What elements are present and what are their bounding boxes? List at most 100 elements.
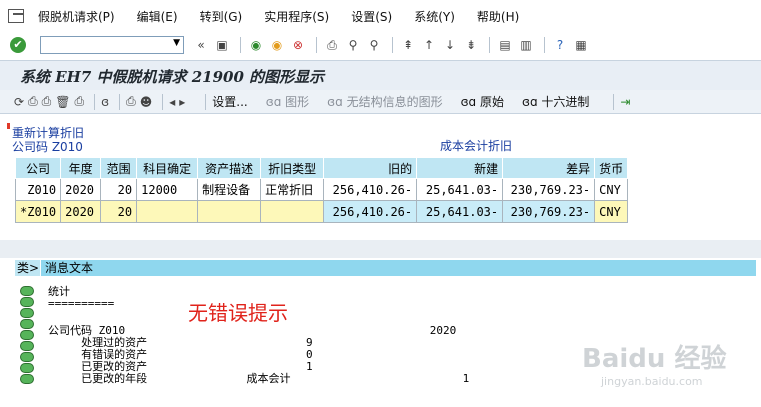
print-user-icon[interactable]: ⎙: [75, 94, 85, 109]
history-back-icon[interactable]: «: [192, 36, 210, 54]
settings-button[interactable]: 设置...: [212, 93, 247, 110]
chevron-down-icon[interactable]: ▼: [173, 38, 180, 48]
cell-difference: 230,769.23-: [502, 200, 596, 223]
find-icon[interactable]: ⚲: [344, 36, 362, 54]
toolbar-separator: [392, 37, 393, 53]
next-icon[interactable]: ▸: [179, 95, 185, 109]
menu-help[interactable]: 帮助(H): [477, 8, 519, 25]
green-light-icon: [20, 297, 34, 307]
cell-account-determination: 12000: [136, 178, 199, 201]
pane-divider: [0, 240, 761, 258]
cell-currency: CNY: [594, 178, 629, 201]
column-header-type[interactable]: 类>: [15, 260, 41, 276]
cell-account-determination: [136, 200, 199, 223]
help-icon[interactable]: ?: [551, 36, 569, 54]
enter-check-icon[interactable]: ✔: [10, 37, 26, 53]
app-menu-icon[interactable]: [8, 9, 24, 23]
cell-asset-description: [197, 200, 262, 223]
menu-settings[interactable]: 设置(S): [351, 8, 392, 25]
cell-company: *Z010: [14, 200, 62, 223]
exit-icon[interactable]: ◉: [268, 36, 286, 54]
green-light-icon: [20, 352, 34, 362]
menu-goto[interactable]: 转到(G): [200, 8, 243, 25]
export-icon[interactable]: ⇥: [620, 95, 630, 109]
title-bar: 系统 EH7 中假脱机请求 21900 的图形显示: [0, 60, 761, 90]
column-header: 货币: [594, 157, 629, 179]
company-code-line: 公司码 Z010: [12, 140, 83, 154]
toolbar-separator: [489, 37, 490, 53]
cell-year: 2020: [60, 178, 102, 201]
cursor-marker: [7, 123, 10, 129]
refresh-icon[interactable]: ⟳: [14, 95, 24, 109]
command-input[interactable]: [41, 37, 167, 53]
standard-toolbar: ✔ ▼ « ▣ ◉ ◉ ⊗ ⎙ ⚲ ⚲ ⇞ ↑ ↓ ⇟ ▤ ▥ ? ▦: [0, 32, 761, 58]
table-header-row: 公司 年度 范围 科目确定 资产描述 折旧类型 旧的 新建 差异 货币: [14, 157, 629, 179]
layout-menu-icon[interactable]: ▦: [572, 36, 590, 54]
toolbar-separator: [316, 37, 317, 53]
depreciation-table: 公司 年度 范围 科目确定 资产描述 折旧类型 旧的 新建 差异 货币 Z010…: [14, 157, 629, 223]
green-light-icon: [20, 319, 34, 329]
hex-button[interactable]: ɞɑ 十六进制: [522, 93, 589, 110]
depreciation-area-line: 成本会计折旧: [440, 139, 513, 153]
column-header: 旧的: [323, 157, 418, 179]
green-light-icon: [20, 330, 34, 340]
no-error-annotation: 无错误提示: [188, 301, 288, 325]
previous-page-icon[interactable]: ↑: [420, 36, 438, 54]
print-icon[interactable]: ⎙: [323, 36, 341, 54]
cell-year: 2020: [60, 200, 102, 223]
cell-currency: CNY: [594, 200, 629, 223]
next-page-icon[interactable]: ↓: [441, 36, 459, 54]
menu-utilities[interactable]: 实用程序(S): [264, 8, 329, 25]
green-light-icon: [20, 363, 34, 373]
column-header: 范围: [100, 157, 138, 179]
column-header: 年度: [60, 157, 102, 179]
new-session-icon[interactable]: ▤: [496, 36, 514, 54]
save-icon[interactable]: ▣: [213, 36, 231, 54]
find-next-icon[interactable]: ⚲: [365, 36, 383, 54]
status-lights: [20, 286, 36, 385]
message-line: 已更改的年段 成本会计 1: [48, 372, 470, 385]
graphic-no-structure-label: 无结构信息的图形: [346, 95, 443, 109]
print-immediately-icon[interactable]: ⎙: [42, 94, 52, 109]
column-header-message-text[interactable]: 消息文本: [41, 260, 756, 276]
toolbar-separator: [94, 93, 96, 110]
toolbar-separator: [544, 37, 545, 53]
delete-icon[interactable]: 🗑: [55, 95, 70, 109]
application-toolbar: ⟳ ⎙ ⎙ 🗑 ⎙ ɞ ⎙ ☻ ◂ ▸ 设置... ɞɑ 图形 ɞɑ 无结构信息…: [0, 90, 761, 114]
menu-system[interactable]: 系统(Y): [414, 8, 455, 25]
green-light-icon: [20, 286, 34, 296]
graphic-button[interactable]: ɞɑ 图形: [266, 93, 309, 110]
menu-bar: 假脱机请求(P) 编辑(E) 转到(G) 实用程序(S) 设置(S) 系统(Y)…: [0, 0, 761, 32]
cell-area: 20: [100, 200, 138, 223]
graphic-no-structure-button[interactable]: ɞɑ 无结构信息的图形: [327, 93, 442, 110]
command-field[interactable]: ▼: [40, 36, 184, 54]
cell-new: 25,641.03-: [416, 178, 504, 201]
graphic-button-label: 图形: [285, 95, 310, 109]
column-header: 公司: [14, 157, 62, 179]
cell-difference: 230,769.23-: [502, 178, 596, 201]
raw-button-label: 原始: [479, 95, 504, 109]
toolbar-separator: [205, 93, 207, 110]
first-page-icon[interactable]: ⇞: [399, 36, 417, 54]
display-glasses-icon[interactable]: ɞ: [101, 95, 109, 109]
user-icon[interactable]: ☻: [140, 95, 153, 109]
print-icon[interactable]: ⎙: [28, 94, 38, 109]
cell-depreciation-type: 正常折旧: [260, 178, 325, 201]
watermark-url: jingyan.baidu.com: [601, 375, 703, 388]
last-page-icon[interactable]: ⇟: [462, 36, 480, 54]
cell-area: 20: [100, 178, 138, 201]
cell-company: Z010: [14, 178, 62, 201]
printer-icon[interactable]: ⎙: [126, 94, 136, 109]
hex-button-label: 十六进制: [541, 95, 590, 109]
back-icon[interactable]: ◉: [247, 36, 265, 54]
cell-old: 256,410.26-: [323, 200, 418, 223]
watermark-logo: Baidu 经验: [582, 344, 727, 374]
previous-icon[interactable]: ◂: [169, 95, 175, 109]
cancel-icon[interactable]: ⊗: [289, 36, 307, 54]
menu-edit[interactable]: 编辑(E): [137, 8, 178, 25]
table-row-total[interactable]: *Z010 2020 20 256,410.26- 25,641.03- 230…: [14, 200, 629, 223]
shortcut-icon[interactable]: ▥: [517, 36, 535, 54]
table-row[interactable]: Z010 2020 20 12000 制程设备 正常折旧 256,410.26-…: [14, 178, 629, 201]
raw-button[interactable]: ɞɑ 原始: [461, 93, 504, 110]
menu-spool-request[interactable]: 假脱机请求(P): [38, 8, 115, 25]
